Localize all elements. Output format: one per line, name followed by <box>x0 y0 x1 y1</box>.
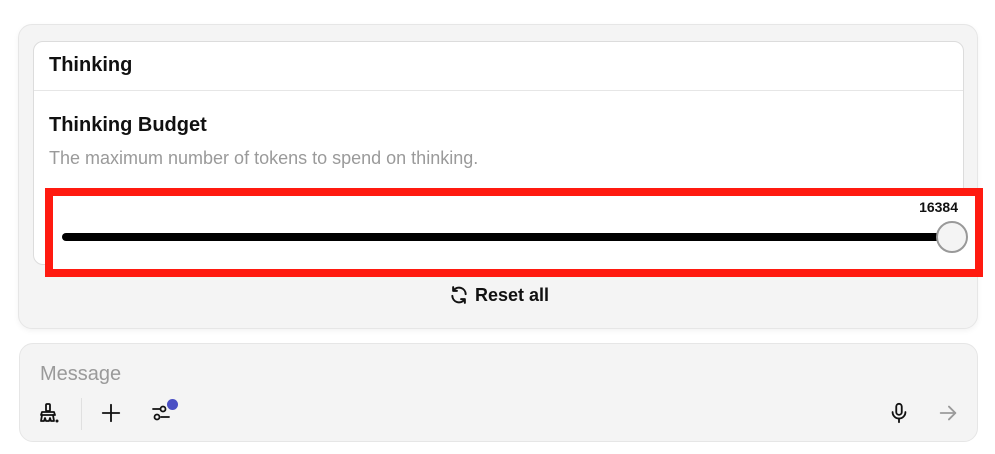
thinking-budget-description: The maximum number of tokens to spend on… <box>49 148 479 168</box>
clear-brush-icon <box>40 403 59 423</box>
notification-dot <box>167 399 178 410</box>
slider-track[interactable] <box>62 233 952 241</box>
thinking-budget-title: Thinking Budget <box>49 114 207 136</box>
plus-icon <box>101 403 121 423</box>
message-composer <box>19 343 978 442</box>
voice-input-button[interactable] <box>886 400 912 426</box>
microphone-icon <box>891 402 907 424</box>
reset-all-button[interactable]: Reset all <box>449 283 549 307</box>
slider-value: 16384 <box>919 199 958 215</box>
add-button[interactable] <box>98 400 124 426</box>
toolbar-divider <box>81 398 82 430</box>
send-button[interactable] <box>935 400 961 426</box>
thinking-settings-card: Thinking Thinking Budget The maximum num… <box>33 41 983 277</box>
section-title: Thinking <box>34 42 963 91</box>
message-input[interactable] <box>40 360 940 388</box>
refresh-icon <box>451 286 467 304</box>
send-arrow-icon <box>939 405 957 421</box>
thinking-budget-slider-highlight: 16384 <box>45 188 983 277</box>
settings-panel: Thinking Thinking Budget The maximum num… <box>18 24 983 329</box>
slider-thumb[interactable] <box>936 221 968 253</box>
clear-brush-button[interactable] <box>36 400 62 426</box>
reset-all-label: Reset all <box>475 284 550 305</box>
